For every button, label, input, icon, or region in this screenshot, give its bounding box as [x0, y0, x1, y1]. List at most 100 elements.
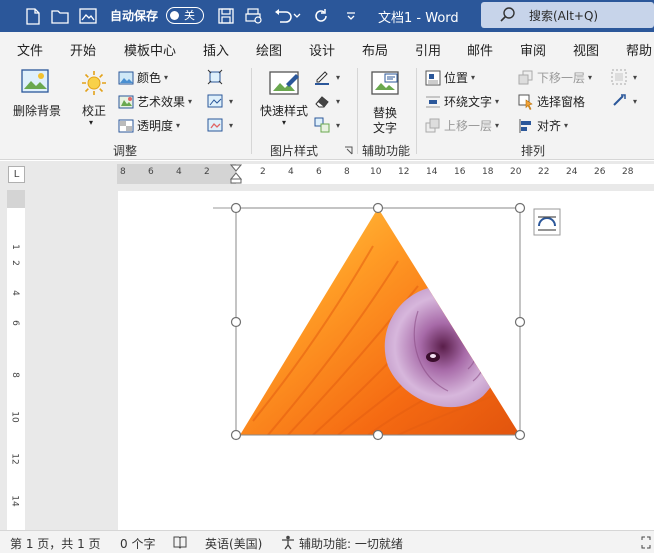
language-indicator[interactable]: 英语(美国) — [205, 535, 262, 552]
ruler-tick-label: 22 — [538, 167, 550, 177]
accessibility-group-label: 辅助功能 — [362, 144, 411, 158]
new-document-icon[interactable] — [23, 6, 43, 26]
selection-pane-button[interactable]: 选择窗格 — [518, 93, 585, 110]
tab-insert[interactable]: 插入 — [203, 40, 229, 59]
tab-home[interactable]: 开始 — [70, 40, 96, 59]
picture-border-button[interactable]: ▾ — [314, 69, 340, 85]
search-box[interactable]: 搜索(Alt+Q) — [481, 2, 654, 28]
send-backward-button[interactable]: 下移一层 ▾ — [518, 69, 592, 86]
align-icon — [519, 118, 531, 133]
transparency-button[interactable]: 透明度 ▾ — [118, 117, 180, 134]
group-objects-icon — [611, 69, 627, 85]
tab-layout[interactable]: 布局 — [362, 40, 388, 59]
compress-pictures-button[interactable] — [207, 69, 226, 85]
quick-styles-button[interactable]: 快速样式 ▾ — [258, 66, 314, 132]
autosave-label: 自动保存 — [110, 9, 159, 23]
print-preview-icon[interactable] — [244, 6, 264, 26]
picture-canvas[interactable] — [118, 191, 654, 530]
undo-icon[interactable] — [273, 6, 293, 26]
resize-handle-top-right[interactable] — [514, 202, 526, 214]
bring-forward-label: 上移一层 — [444, 119, 493, 133]
picture-effects-button[interactable]: ▾ — [314, 93, 340, 109]
chevron-down-icon: ▾ — [176, 121, 181, 130]
group-divider — [357, 68, 358, 154]
tab-help[interactable]: 帮助 — [626, 40, 652, 59]
correct-button[interactable]: 校正 ▾ — [75, 66, 113, 132]
document-page[interactable] — [118, 191, 654, 530]
align-label: 对齐 — [537, 119, 562, 133]
reset-picture-button[interactable]: ▾ — [207, 117, 233, 133]
proofing-book-icon[interactable] — [173, 536, 187, 549]
alt-text-icon — [371, 71, 399, 95]
undo-dropdown-icon[interactable] — [291, 6, 303, 26]
ribbon: 删除背景 校正 ▾ 颜色 ▾ 艺术效果 ▾ 透明度 ▾ ▾ ▾ 调整 快速样式 … — [0, 62, 654, 160]
ruler-tick-label: 28 — [622, 167, 634, 177]
ruler-tick-label: 10 — [9, 411, 20, 423]
accessibility-status[interactable]: 辅助功能: 一切就绪 — [299, 535, 403, 552]
resize-handle-top[interactable] — [372, 202, 384, 214]
alt-text-button[interactable]: 替换 文字 — [365, 66, 407, 135]
group-objects-button[interactable]: ▾ — [611, 69, 637, 85]
group-divider — [416, 68, 417, 154]
title-bar: 自动保存 关 文档1 - Word 搜索(Alt+Q) — [0, 0, 654, 32]
ruler-tick-label: 10 — [370, 167, 382, 177]
resize-handle-left[interactable] — [230, 316, 242, 328]
ruler-tick-label: 6 — [9, 320, 20, 326]
dialog-launcher-icon[interactable] — [344, 146, 353, 155]
picture-layout-button[interactable]: ▾ — [314, 117, 340, 133]
tab-references[interactable]: 引用 — [415, 40, 441, 59]
position-button[interactable]: 位置 ▾ — [425, 69, 475, 86]
picture-layout-icon — [314, 117, 330, 133]
resize-handle-bottom-right[interactable] — [514, 429, 526, 441]
resize-handle-bottom-left[interactable] — [230, 429, 242, 441]
save-to-cloud-icon[interactable] — [78, 6, 98, 26]
wrap-text-button[interactable]: 环绕文字 ▾ — [425, 93, 499, 110]
change-picture-button[interactable]: ▾ — [207, 93, 233, 109]
resize-handle-right[interactable] — [514, 316, 526, 328]
tab-draw[interactable]: 绘图 — [256, 40, 282, 59]
tab-design[interactable]: 设计 — [309, 40, 335, 59]
ruler-tick-label: 1 — [9, 244, 20, 250]
ruler-margin-shade — [7, 190, 25, 208]
remove-background-icon — [21, 69, 49, 93]
ruler-row: L 8 6 4 2 2 4 6 8 10 12 14 16 18 20 22 2… — [0, 161, 654, 187]
toggle-knob — [170, 11, 179, 20]
ruler-tick-label: 6 — [316, 167, 322, 177]
chevron-down-icon: ▾ — [588, 73, 593, 82]
color-button[interactable]: 颜色 ▾ — [118, 69, 168, 86]
page-count[interactable]: 第 1 页，共 1 页 — [10, 535, 101, 552]
redo-icon[interactable] — [311, 6, 331, 26]
tab-selector[interactable]: L — [8, 166, 25, 183]
tab-mailings[interactable]: 邮件 — [467, 40, 493, 59]
tab-review[interactable]: 审阅 — [520, 40, 546, 59]
chevron-down-icon: ▾ — [495, 97, 500, 106]
ruler-tick-label: 8 — [120, 167, 126, 177]
horizontal-ruler[interactable]: 8 6 4 2 2 4 6 8 10 12 14 16 18 20 22 24 … — [117, 164, 654, 184]
resize-handle-bottom[interactable] — [372, 429, 384, 441]
artistic-effects-icon — [118, 95, 134, 108]
selection-pane-icon — [518, 94, 533, 110]
align-button[interactable]: 对齐 ▾ — [518, 117, 568, 134]
focus-icon[interactable] — [641, 536, 651, 549]
layout-options-button[interactable] — [533, 208, 561, 236]
open-folder-icon[interactable] — [50, 6, 70, 26]
search-placeholder: 搜索(Alt+Q) — [529, 9, 599, 23]
nautilus-shell-image[interactable] — [236, 206, 526, 441]
word-count[interactable]: 0 个字 — [120, 535, 155, 552]
artistic-effects-button[interactable]: 艺术效果 ▾ — [118, 93, 192, 110]
tab-template-center[interactable]: 模板中心 — [124, 40, 176, 59]
save-icon[interactable] — [216, 6, 236, 26]
adjust-group-label: 调整 — [113, 144, 138, 158]
tab-file[interactable]: 文件 — [17, 40, 43, 59]
autosave-state: 关 — [184, 9, 195, 22]
indent-marker-icon[interactable] — [230, 164, 242, 184]
remove-background-button[interactable]: 删除背景 — [11, 66, 63, 124]
bring-forward-button[interactable]: 上移一层 ▾ — [425, 117, 499, 134]
rotate-button[interactable]: ▾ — [611, 93, 637, 109]
vertical-ruler[interactable]: 1 2 4 6 8 10 12 14 — [7, 190, 25, 530]
customize-toolbar-icon[interactable] — [341, 6, 361, 26]
autosave-toggle[interactable]: 关 — [166, 7, 204, 24]
tab-view[interactable]: 视图 — [573, 40, 599, 59]
send-backward-icon — [518, 70, 533, 84]
resize-handle-top-left[interactable] — [230, 202, 242, 214]
